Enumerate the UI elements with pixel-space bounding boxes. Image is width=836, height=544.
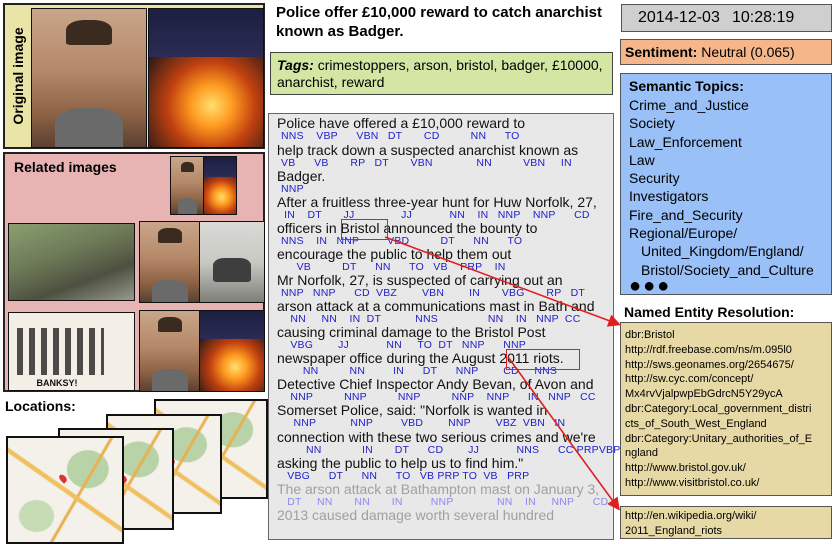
ner-link[interactable]: http://www.bristol.gov.uk/ xyxy=(625,461,827,476)
sentiment-label: Sentiment: xyxy=(625,44,698,60)
ner-link[interactable]: dbr:Category:Unitary_authorities_of_E xyxy=(625,432,827,447)
article-line: causing criminal damage to the Bristol P… xyxy=(277,324,546,340)
related-image-mugshot-medium[interactable] xyxy=(139,221,201,303)
topic-item[interactable]: Crime_and_Justice xyxy=(629,96,823,114)
related-images-title: Related images xyxy=(14,159,117,175)
article-line: Detective Chief Inspector Andy Bevan, of… xyxy=(277,376,594,392)
original-mugshot-image[interactable] xyxy=(31,8,147,148)
ner-link[interactable]: http://www.visitbristol.co.uk/ xyxy=(625,476,827,491)
topic-item[interactable]: Fire_and_Security xyxy=(629,206,823,224)
ner-link[interactable]: http://sws.geonames.org/2654675/ xyxy=(625,358,827,373)
ner-link[interactable]: http://rdf.freebase.com/ns/m.095l0 xyxy=(625,343,827,358)
ner-title: Named Entity Resolution: xyxy=(624,304,795,320)
location-map-1[interactable] xyxy=(6,436,124,544)
topic-item[interactable]: Security xyxy=(629,169,823,187)
tags-panel: Tags: crimestoppers, arson, bristol, bad… xyxy=(270,52,613,95)
topic-item[interactable]: Law_Enforcement xyxy=(629,133,823,151)
original-riot-fire-image[interactable] xyxy=(148,8,264,148)
tags-list: crimestoppers, arson, bristol, badger, £… xyxy=(277,57,603,90)
related-images-panel: Related images xyxy=(3,152,265,392)
related-image-smoke-street[interactable] xyxy=(8,223,135,301)
ner-panel-2011-riots: http://en.wikipedia.org/wiki/ 2011_Engla… xyxy=(620,506,832,539)
entity-highlight-2011-riots[interactable] xyxy=(506,349,580,370)
original-image-panel: Original image xyxy=(3,3,265,149)
timestamp-panel: 2014-12-03 10:28:19 xyxy=(621,4,832,32)
ner-link[interactable]: Mx4rvVjalpwpEbGdrcN5Y29ycA xyxy=(625,387,827,402)
article-line: connection with these two serious crimes… xyxy=(277,429,596,445)
more-topics-indicator[interactable]: ●●● xyxy=(629,276,823,296)
article-line: Police have offered a £10,000 reward to xyxy=(277,115,526,131)
topic-item[interactable]: Regional/Europe/ xyxy=(629,224,823,242)
related-image-mugshot-small[interactable] xyxy=(170,156,205,215)
article-line-faded: The arson attack at Bathampton mast on J… xyxy=(277,481,600,497)
related-image-mugshot-large[interactable] xyxy=(139,310,201,392)
date-value: 2014-12-03 xyxy=(638,9,720,26)
topic-item[interactable]: United_Kingdom/England/ xyxy=(629,242,823,260)
ner-link[interactable]: dbr:Category:Local_government_distri xyxy=(625,402,827,417)
pos-tag-line: NNP NNP VBD NNP VBZ VBN IN xyxy=(281,417,566,429)
locations-title: Locations: xyxy=(5,398,76,414)
semantic-topics-title: Semantic Topics: xyxy=(629,78,744,94)
entity-highlight-bristol[interactable] xyxy=(341,219,388,240)
ner-link[interactable]: cts_of_South_West_England xyxy=(625,417,827,432)
topic-item[interactable]: Investigators xyxy=(629,187,823,205)
related-image-banksy-mural[interactable] xyxy=(8,312,135,391)
ner-link[interactable]: dbr:Bristol xyxy=(625,328,827,343)
article-line: officers in Bristol announced the bounty… xyxy=(277,220,538,236)
pos-tag-line: NNS VBP VBN DT CD NN TO xyxy=(281,130,520,142)
article-line: asking the public to help us to find him… xyxy=(277,455,524,471)
related-image-burnt-car[interactable] xyxy=(199,221,265,303)
tags-label: Tags: xyxy=(277,57,314,73)
article-line: Somerset Police, said: "Norfolk is wante… xyxy=(277,402,548,418)
article-line: arson attack at a communications mast in… xyxy=(277,298,595,314)
article-line: encourage the public to help them out xyxy=(277,246,512,262)
ner-panel-bristol: dbr:Bristol http://rdf.freebase.com/ns/m… xyxy=(620,322,832,496)
sentiment-value: Neutral (0.065) xyxy=(697,44,795,60)
article-line: After a fruitless three-year hunt for Hu… xyxy=(277,194,597,210)
article-line: Mr Norfolk, 27, is suspected of carrying… xyxy=(277,272,563,288)
semantic-topics-panel: Semantic Topics: Crime_and_Justice Socie… xyxy=(620,73,832,296)
ner-link[interactable]: http://en.wikipedia.org/wiki/ xyxy=(625,509,827,524)
original-image-label: Original image xyxy=(10,27,26,125)
ner-link[interactable]: ngland xyxy=(625,446,827,461)
topic-item[interactable]: Law xyxy=(629,151,823,169)
time-value: 10:28:19 xyxy=(732,9,795,26)
article-line-faded: 2013 caused damage worth several hundred xyxy=(277,507,555,523)
sentiment-panel: Sentiment: Neutral (0.065) xyxy=(620,39,832,65)
ner-link[interactable]: 2011_England_riots xyxy=(625,524,827,539)
article-line: help track down a suspected anarchist kn… xyxy=(277,142,579,158)
article-text-panel: Police have offered a £10,000 reward to … xyxy=(268,113,620,540)
topic-item[interactable]: Society xyxy=(629,114,823,132)
related-image-fire-large[interactable] xyxy=(199,310,265,392)
ner-link[interactable]: http://sw.cyc.com/concept/ xyxy=(625,372,827,387)
article-line: Badger. xyxy=(277,168,326,184)
article-headline: Police offer £10,000 reward to catch ana… xyxy=(276,4,602,40)
related-image-fire-small[interactable] xyxy=(203,156,237,215)
